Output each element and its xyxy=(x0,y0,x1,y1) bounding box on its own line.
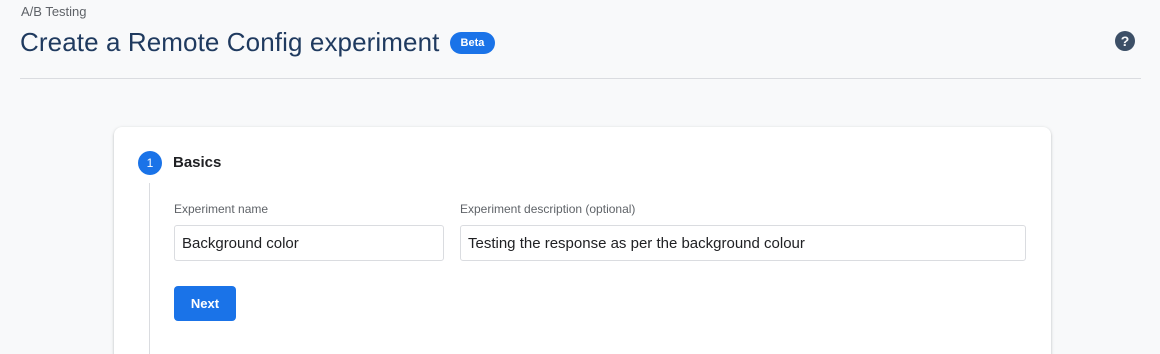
page: A/B Testing Create a Remote Config exper… xyxy=(0,0,1160,354)
step-connector-line xyxy=(149,183,150,354)
breadcrumb[interactable]: A/B Testing xyxy=(21,4,87,19)
step-number-badge: 1 xyxy=(138,151,162,175)
help-icon[interactable]: ? xyxy=(1115,31,1135,51)
experiment-name-input[interactable] xyxy=(174,225,444,261)
next-button[interactable]: Next xyxy=(174,286,236,321)
step-title: Basics xyxy=(173,154,222,171)
page-title: Create a Remote Config experiment xyxy=(20,27,440,57)
header-divider xyxy=(20,78,1141,79)
experiment-description-input[interactable] xyxy=(460,225,1026,261)
basics-step-card: 1 Basics Experiment name Experiment desc… xyxy=(114,127,1051,354)
title-row: Create a Remote Config experiment Beta xyxy=(20,27,496,58)
experiment-description-label: Experiment description (optional) xyxy=(460,202,636,216)
experiment-name-label: Experiment name xyxy=(174,202,269,216)
beta-badge: Beta xyxy=(449,31,496,54)
